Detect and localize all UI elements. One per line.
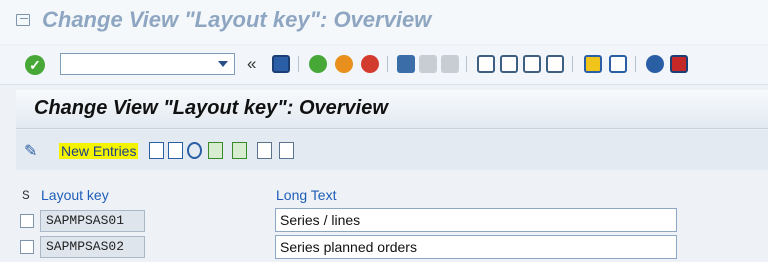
copy-as-icon[interactable] <box>149 142 164 159</box>
help-icon[interactable] <box>646 55 664 73</box>
toolbar-separator <box>298 56 299 72</box>
back-icon[interactable] <box>309 55 327 73</box>
delete-icon[interactable] <box>168 142 183 159</box>
select-all-icon[interactable] <box>208 142 223 159</box>
toolbar-separator <box>572 56 573 72</box>
window-title: Change View "Layout key": Overview <box>42 7 432 32</box>
title-bar: Change View "Layout key": Overview <box>0 0 768 44</box>
toolbar-separator <box>466 56 467 72</box>
enter-check-icon[interactable]: ✓ <box>25 55 45 75</box>
print-field-list-icon[interactable] <box>279 142 294 159</box>
create-session-icon[interactable] <box>584 55 602 73</box>
deselect-all-icon[interactable] <box>257 142 272 159</box>
cancel-icon[interactable] <box>361 55 379 73</box>
print-icon[interactable] <box>397 55 415 73</box>
find-next-icon[interactable] <box>441 55 459 73</box>
new-entries-button[interactable]: New Entries <box>59 143 139 159</box>
select-column-header: S <box>22 188 30 203</box>
back-arrows-icon[interactable]: « <box>247 54 256 74</box>
layout-key-cell: SAPMPSAS01 <box>40 210 145 232</box>
toolbar-separator <box>387 56 388 72</box>
standard-toolbar: ✓ « <box>0 46 768 85</box>
exit-icon[interactable] <box>335 55 353 73</box>
long-text-input[interactable]: Series planned orders <box>275 235 677 259</box>
row-select-checkbox[interactable] <box>20 214 34 228</box>
last-page-icon[interactable] <box>546 55 564 73</box>
command-field[interactable] <box>60 53 235 75</box>
shortcut-icon[interactable] <box>609 55 627 73</box>
next-page-icon[interactable] <box>523 55 541 73</box>
save-icon[interactable] <box>272 55 290 73</box>
customize-layout-icon[interactable] <box>670 55 688 73</box>
row-select-checkbox[interactable] <box>20 240 34 254</box>
dropdown-arrow-icon[interactable] <box>218 61 228 67</box>
display-change-icon[interactable]: ✎ <box>24 141 37 161</box>
window-icon <box>16 14 30 26</box>
undo-icon[interactable] <box>187 142 202 159</box>
select-block-icon[interactable] <box>232 142 247 159</box>
long-text-column-header: Long Text <box>276 187 337 203</box>
layout-key-cell: SAPMPSAS02 <box>40 236 145 258</box>
layout-key-column-header: Layout key <box>41 187 109 203</box>
first-page-icon[interactable] <box>477 55 495 73</box>
toolbar-separator <box>635 56 636 72</box>
long-text-input[interactable]: Series / lines <box>275 208 677 232</box>
previous-page-icon[interactable] <box>500 55 518 73</box>
find-icon[interactable] <box>419 55 437 73</box>
page-title: Change View "Layout key": Overview <box>34 97 388 119</box>
